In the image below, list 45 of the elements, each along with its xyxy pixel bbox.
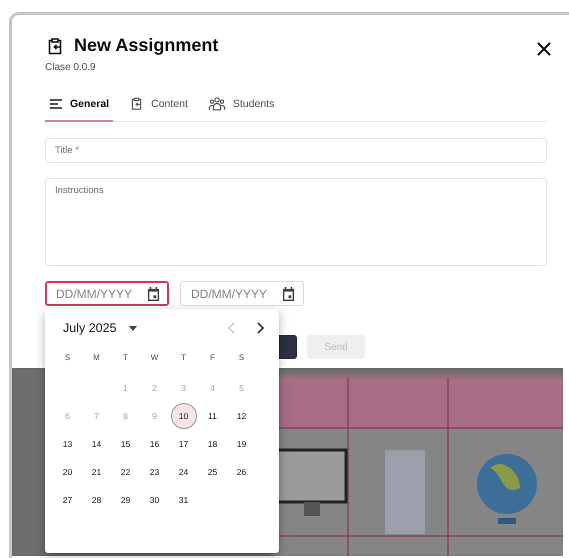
calendar-day[interactable]: 17: [170, 431, 196, 457]
calendar-day[interactable]: 26: [228, 459, 254, 485]
calendar-day[interactable]: 22: [112, 459, 138, 485]
dropdown-caret-icon: [128, 326, 137, 330]
calendar-day[interactable]: 31: [170, 487, 196, 513]
calendar-day[interactable]: 16: [142, 431, 168, 457]
tab[interactable]: General: [45, 90, 114, 122]
calendar-day[interactable]: 13: [54, 431, 80, 457]
calendar-day[interactable]: 14: [84, 431, 110, 457]
weekday-label: M: [93, 352, 100, 364]
weekday-label: W: [150, 352, 158, 364]
instructions-field[interactable]: Instructions: [45, 178, 547, 266]
calendar-day[interactable]: 23: [142, 459, 168, 485]
calendar-day[interactable]: 28: [84, 487, 110, 513]
calendar-icon[interactable]: [282, 287, 295, 301]
calendar-day[interactable]: 15: [112, 431, 138, 457]
weekday-label: S: [64, 352, 70, 364]
weekday-label: F: [210, 352, 215, 364]
dialog-title: New Assignment: [74, 35, 218, 56]
calendar-day[interactable]: 18: [200, 431, 226, 457]
calendar-day[interactable]: 11: [200, 403, 226, 429]
weekday-label: T: [181, 352, 186, 364]
calendar-day[interactable]: 12: [228, 403, 254, 429]
people-icon: [208, 96, 226, 111]
month-selector[interactable]: July 2025: [63, 321, 137, 335]
close-icon[interactable]: [537, 42, 551, 56]
calendar-day[interactable]: 30: [142, 487, 168, 513]
lines-icon: [49, 98, 63, 110]
title-field[interactable]: Title *: [45, 138, 547, 163]
calendar-day[interactable]: 25: [200, 459, 226, 485]
calendar-icon[interactable]: [147, 287, 160, 301]
date-field[interactable]: DD/MM/YYYY: [45, 281, 169, 306]
tab[interactable]: Content: [125, 90, 192, 122]
next-month-icon[interactable]: [257, 322, 265, 334]
calendar-day[interactable]: 20: [54, 459, 80, 485]
dialog-subtitle: Clase 0.0.9: [45, 62, 97, 73]
tab[interactable]: Students: [204, 90, 278, 122]
calendar-day[interactable]: 24: [170, 459, 196, 485]
calendar-day[interactable]: 10: [170, 403, 196, 429]
calendar-day[interactable]: 27: [54, 487, 80, 513]
calendar-day[interactable]: 21: [84, 459, 110, 485]
weekday-label: S: [238, 352, 244, 364]
calendar-day[interactable]: 29: [112, 487, 138, 513]
weekday-label: T: [123, 352, 128, 364]
calendar-day[interactable]: 19: [228, 431, 254, 457]
